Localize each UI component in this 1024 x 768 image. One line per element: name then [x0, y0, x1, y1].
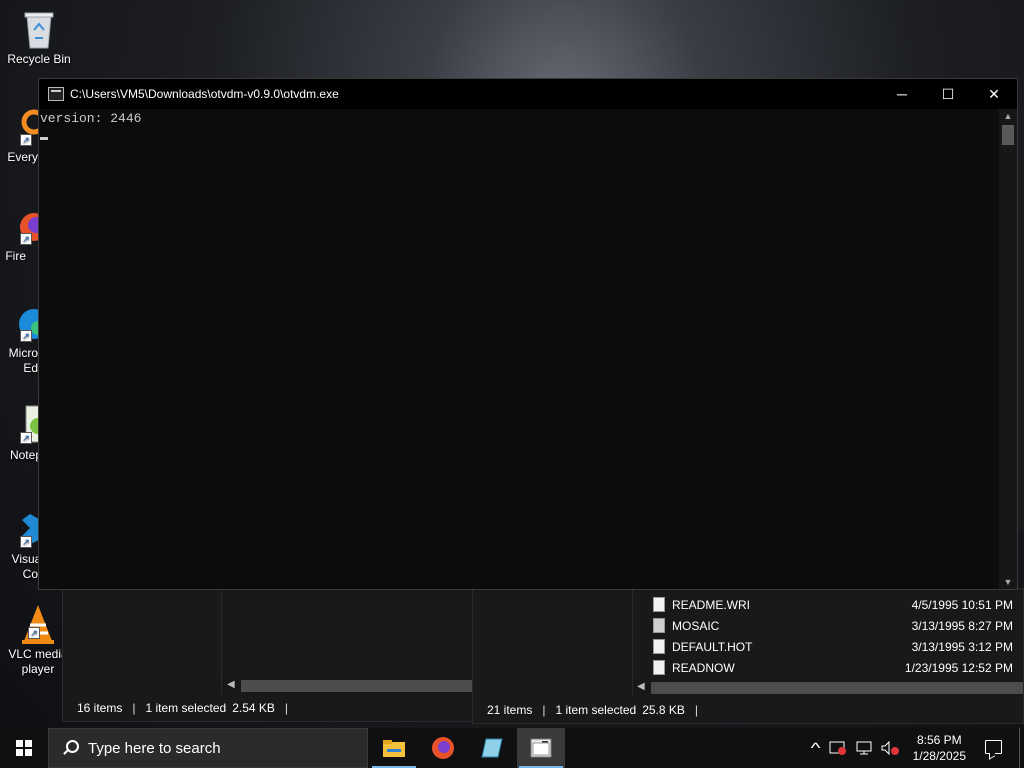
- status-separator: |: [694, 702, 699, 717]
- text-file-icon: [653, 660, 665, 675]
- vlc-icon: ↗: [18, 603, 58, 644]
- console-app-icon: [48, 87, 64, 101]
- file-row[interactable]: READNOW 1/23/1995 12:52 PM: [633, 657, 1023, 678]
- file-date: 1/23/1995 12:52 PM: [904, 660, 1013, 675]
- shortcut-arrow-icon: ↗: [20, 134, 32, 146]
- file-list: README.WRI 4/5/1995 10:51 PM MOSAIC 3/13…: [633, 589, 1023, 685]
- text-cursor: [40, 137, 48, 140]
- status-size: 2.54 KB: [232, 700, 275, 715]
- status-selected: 1 item selected: [555, 702, 637, 717]
- volume-muted-icon[interactable]: [880, 740, 900, 756]
- console-window[interactable]: C:\Users\VM5\Downloads\otvdm-v0.9.0\otvd…: [38, 78, 1018, 590]
- close-button[interactable]: ✕: [971, 79, 1017, 109]
- shortcut-arrow-icon: ↗: [28, 627, 40, 639]
- firefox-icon: [432, 737, 454, 759]
- explorer-window-left[interactable]: ◀ 16 items | 1 item selected 2.54 KB |: [62, 588, 474, 722]
- clock-date: 1/28/2025: [912, 749, 966, 763]
- explorer-window-right[interactable]: README.WRI 4/5/1995 10:51 PM MOSAIC 3/13…: [472, 588, 1024, 724]
- scrollbar-thumb[interactable]: [241, 680, 473, 692]
- console-icon: [530, 738, 552, 758]
- start-button[interactable]: [0, 728, 48, 768]
- desktop-icon-recycle-bin[interactable]: Recycle Bin: [1, 8, 77, 67]
- notepad-icon: [481, 738, 503, 758]
- status-bar: 16 items | 1 item selected 2.54 KB |: [63, 694, 473, 721]
- scrollbar-thumb[interactable]: [651, 682, 1023, 694]
- file-name: README.WRI: [672, 597, 750, 612]
- security-icon[interactable]: [829, 740, 847, 756]
- status-separator: |: [542, 702, 546, 717]
- file-row[interactable]: MOSAIC 3/13/1995 8:27 PM: [633, 615, 1023, 636]
- status-item-count: 21 items: [487, 702, 533, 717]
- explorer-nav-pane: [473, 589, 633, 696]
- minimize-button[interactable]: ─: [879, 79, 925, 109]
- taskbar: Type here to search ^ 8:56 PM 1/28/2025: [0, 728, 1024, 768]
- system-tray: ^: [811, 728, 900, 768]
- taskbar-file-explorer[interactable]: [370, 728, 418, 768]
- taskbar-notepad[interactable]: [468, 728, 516, 768]
- vertical-scrollbar[interactable]: ▲ ▼: [999, 109, 1017, 589]
- document-icon: [653, 597, 665, 612]
- horizontal-scrollbar[interactable]: ◀: [223, 678, 473, 694]
- status-size: 25.8 KB: [642, 702, 685, 717]
- shortcut-arrow-icon: ↗: [20, 330, 32, 342]
- scroll-left-icon[interactable]: ◀: [227, 679, 235, 690]
- taskbar-console[interactable]: [517, 728, 565, 768]
- console-output[interactable]: version: 2446: [39, 109, 999, 589]
- taskbar-firefox[interactable]: [419, 728, 467, 768]
- notification-center-icon[interactable]: [985, 740, 1002, 754]
- windows-logo-icon: [16, 740, 32, 756]
- status-item-count: 16 items: [77, 700, 123, 715]
- scroll-left-icon[interactable]: ◀: [637, 681, 645, 692]
- desktop-icon-label: Recycle Bin: [7, 52, 71, 66]
- shortcut-arrow-icon: ↗: [20, 432, 32, 444]
- show-hidden-icons-button[interactable]: ^: [811, 740, 821, 757]
- network-icon[interactable]: [855, 740, 873, 756]
- file-date: 4/5/1995 10:51 PM: [911, 597, 1013, 612]
- file-name: DEFAULT.HOT: [672, 639, 753, 654]
- file-row[interactable]: README.WRI 4/5/1995 10:51 PM: [633, 594, 1023, 615]
- maximize-button[interactable]: ☐: [925, 79, 971, 109]
- shortcut-arrow-icon: ↗: [20, 233, 32, 245]
- file-explorer-icon: [383, 740, 405, 757]
- clock[interactable]: 8:56 PM 1/28/2025: [913, 732, 966, 764]
- file-row[interactable]: DEFAULT.HOT 3/13/1995 3:12 PM: [633, 636, 1023, 657]
- show-desktop-button[interactable]: [1019, 728, 1024, 768]
- explorer-pane-divider: [221, 589, 222, 694]
- search-icon: [62, 740, 79, 756]
- search-placeholder: Type here to search: [88, 739, 221, 757]
- scrollbar-thumb[interactable]: [1002, 125, 1014, 145]
- recycle-bin-icon: [19, 8, 59, 49]
- file-name: MOSAIC: [672, 618, 720, 633]
- status-selected: 1 item selected: [145, 700, 227, 715]
- shortcut-arrow-icon: ↗: [20, 536, 32, 548]
- settings-file-icon: [653, 618, 665, 633]
- horizontal-scrollbar[interactable]: ◀: [633, 680, 1023, 696]
- file-date: 3/13/1995 3:12 PM: [911, 639, 1013, 654]
- file-date: 3/13/1995 8:27 PM: [911, 618, 1013, 633]
- search-box[interactable]: Type here to search: [48, 728, 368, 768]
- status-bar: 21 items | 1 item selected 25.8 KB |: [473, 696, 1023, 723]
- status-separator: |: [284, 700, 289, 715]
- clock-time: 8:56 PM: [916, 733, 962, 747]
- file-name: READNOW: [672, 660, 735, 675]
- document-icon: [653, 639, 665, 654]
- status-separator: |: [132, 700, 136, 715]
- scroll-up-icon[interactable]: ▲: [999, 111, 1017, 121]
- scroll-down-icon[interactable]: ▼: [999, 577, 1017, 587]
- window-title: C:\Users\VM5\Downloads\otvdm-v0.9.0\otvd…: [70, 87, 339, 101]
- console-output-line: version: 2446: [40, 111, 142, 126]
- console-titlebar[interactable]: C:\Users\VM5\Downloads\otvdm-v0.9.0\otvd…: [39, 79, 1017, 109]
